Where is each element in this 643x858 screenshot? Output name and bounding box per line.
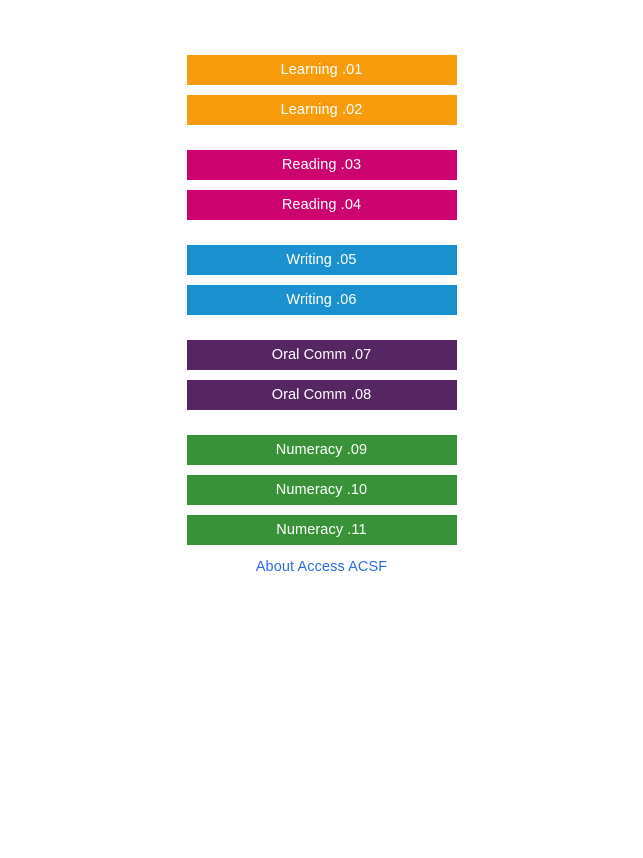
- menu-item-reading-04[interactable]: Reading .04: [186, 190, 457, 220]
- acsf-level-menu: Learning .01 Learning .02 Reading .03 Re…: [0, 55, 643, 575]
- menu-item-learning-01[interactable]: Learning .01: [186, 55, 457, 85]
- menu-item-writing-06[interactable]: Writing .06: [186, 285, 457, 315]
- group-numeracy: Numeracy .09 Numeracy .10 Numeracy .11: [186, 435, 457, 545]
- group-learning: Learning .01 Learning .02: [186, 55, 457, 125]
- page-root: Learning .01 Learning .02 Reading .03 Re…: [0, 0, 643, 858]
- menu-item-writing-05[interactable]: Writing .05: [186, 245, 457, 275]
- group-writing: Writing .05 Writing .06: [186, 245, 457, 315]
- group-reading: Reading .03 Reading .04: [186, 150, 457, 220]
- menu-item-numeracy-10[interactable]: Numeracy .10: [186, 475, 457, 505]
- menu-item-reading-03[interactable]: Reading .03: [186, 150, 457, 180]
- menu-item-numeracy-09[interactable]: Numeracy .09: [186, 435, 457, 465]
- footer: About Access ACSF: [187, 560, 457, 575]
- menu-item-numeracy-11[interactable]: Numeracy .11: [186, 515, 457, 545]
- menu-item-learning-02[interactable]: Learning .02: [186, 95, 457, 125]
- group-oral-comm: Oral Comm .07 Oral Comm .08: [186, 340, 457, 410]
- menu-item-oral-comm-08[interactable]: Oral Comm .08: [186, 380, 457, 410]
- about-access-acsf-link[interactable]: About Access ACSF: [256, 560, 387, 575]
- menu-item-oral-comm-07[interactable]: Oral Comm .07: [186, 340, 457, 370]
